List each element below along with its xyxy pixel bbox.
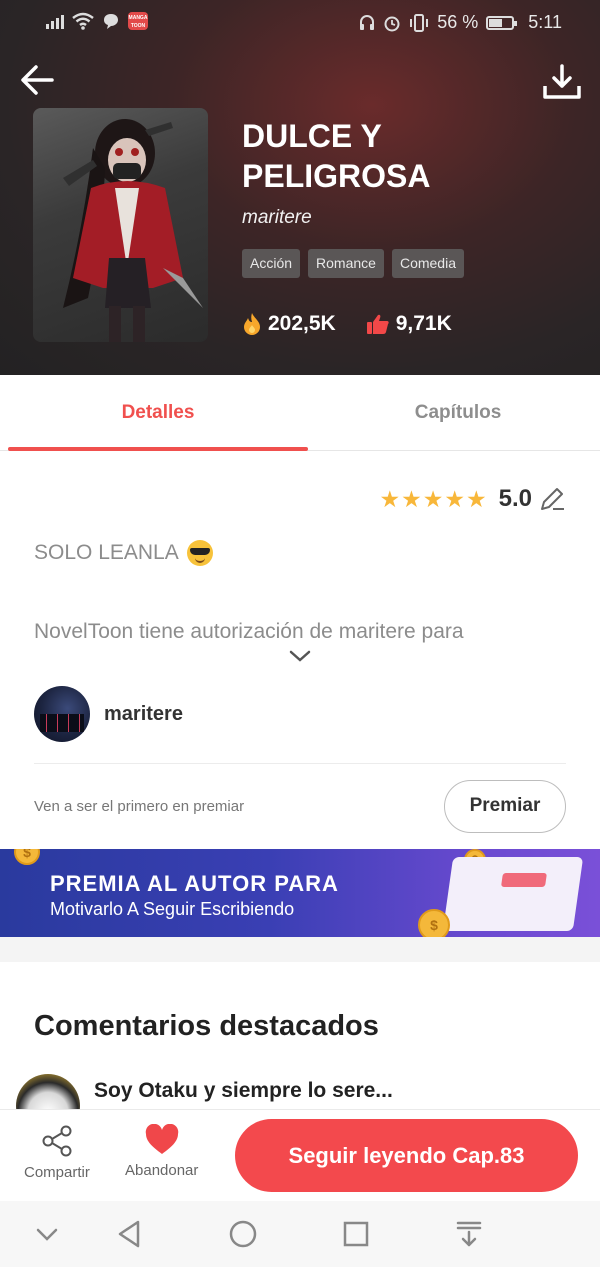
edit-pencil-icon[interactable] (538, 485, 566, 513)
app-badge-icon: MANGA TOON (128, 12, 148, 30)
coin-icon: $ (14, 849, 40, 865)
cover-artwork (63, 119, 203, 342)
back-triangle-icon[interactable] (113, 1217, 147, 1251)
genre-tag[interactable]: Comedia (391, 249, 464, 278)
likes-stat: 9,71K (366, 312, 452, 336)
star-rating: ★ ★ ★ ★ ★ (379, 485, 487, 512)
coin-icon: $ (418, 909, 450, 937)
star-icon: ★ (466, 485, 487, 512)
star-icon: ★ (422, 485, 444, 512)
reward-button[interactable]: Premiar (444, 780, 566, 833)
views-stat: 202,5K (242, 312, 336, 336)
genre-tag[interactable]: Romance (308, 249, 384, 278)
share-button[interactable]: Compartir (24, 1124, 90, 1181)
recents-square-icon[interactable] (339, 1217, 373, 1251)
comment-text: Soy Otaku y siempre lo sere... (94, 1079, 393, 1102)
description-line: SOLO LEANLA (34, 540, 213, 566)
share-icon (42, 1125, 72, 1157)
battery-icon (486, 15, 518, 30)
star-icon: ★ (444, 485, 465, 512)
author-name[interactable]: maritere (104, 703, 183, 726)
chevron-down-icon[interactable] (30, 1217, 64, 1251)
author-row[interactable]: maritere (34, 686, 183, 742)
rating-value: 5.0 (498, 485, 532, 512)
book-author[interactable]: maritere (242, 207, 312, 229)
description-text: SOLO LEANLA (34, 541, 179, 564)
fire-icon (244, 313, 260, 335)
rating: ★ ★ ★ ★ ★ 5.0 (380, 485, 567, 513)
banner-subtitle: Motivarlo A Seguir Escribiendo (50, 899, 295, 919)
genre-tag[interactable]: Acción (242, 249, 301, 278)
bottom-action-bar: Compartir Abandonar Seguir leyendo Cap.8… (0, 1109, 600, 1201)
chat-bubble-icon (104, 14, 118, 29)
heart-icon (145, 1124, 178, 1154)
home-circle-icon[interactable] (226, 1217, 260, 1251)
alarm-icon (384, 16, 400, 31)
banner-title: PREMIA AL AUTOR PARA (50, 871, 339, 896)
clock: 5:11 (528, 12, 562, 32)
tab-details[interactable]: Detalles (8, 375, 308, 451)
active-tab-indicator (8, 447, 308, 451)
status-bar: MANGA TOON 56 % 5:11 (0, 0, 600, 46)
notification-shade-icon[interactable] (452, 1217, 486, 1251)
comments-heading: Comentarios destacados (34, 1010, 379, 1042)
reward-prompt: Ven a ser el primero en premiar (34, 798, 245, 815)
wifi-icon (72, 12, 94, 30)
back-arrow-icon[interactable] (18, 60, 58, 100)
section-gap (0, 937, 600, 962)
continue-reading-button[interactable]: Seguir leyendo Cap.83 (235, 1119, 578, 1192)
author-avatar[interactable] (34, 686, 90, 742)
reward-banner[interactable]: $ $ $ PREMIA AL AUTOR PARA Motivarlo A S… (0, 849, 600, 937)
battery-percent: 56 % (437, 12, 479, 32)
system-nav-bar (0, 1201, 600, 1267)
book-title: DULCE Y PELIGROSA (242, 118, 431, 194)
abandon-label: Abandonar (125, 1162, 199, 1179)
tab-bar: Detalles Capítulos (0, 375, 600, 451)
book-stats: 202,5K 9,71K (242, 312, 452, 336)
share-label: Compartir (24, 1164, 90, 1181)
star-icon: ★ (401, 485, 422, 512)
vibrate-icon (410, 13, 429, 32)
tab-chapters[interactable]: Capítulos (308, 375, 600, 451)
thumbs-up-icon (366, 314, 389, 334)
abandon-button[interactable]: Abandonar (125, 1124, 198, 1179)
book-header: MANGA TOON 56 % 5:11 DULCE Y PELIGROSA m… (0, 0, 600, 375)
authorization-text: NovelToon tiene autorización de maritere… (34, 620, 464, 643)
signal-icon (46, 13, 64, 29)
genre-tags: Acción Romance Comedia (242, 249, 464, 278)
cover-image[interactable] (33, 108, 208, 342)
likes-count: 9,71K (395, 312, 452, 335)
headset-icon (360, 14, 375, 30)
laptop-illustration (442, 857, 584, 931)
star-icon: ★ (379, 485, 401, 512)
download-icon[interactable] (542, 64, 582, 100)
divider (34, 763, 566, 764)
sunglasses-emoji-icon (186, 540, 213, 566)
views-count: 202,5K (268, 312, 336, 335)
chevron-down-icon[interactable] (288, 648, 312, 664)
